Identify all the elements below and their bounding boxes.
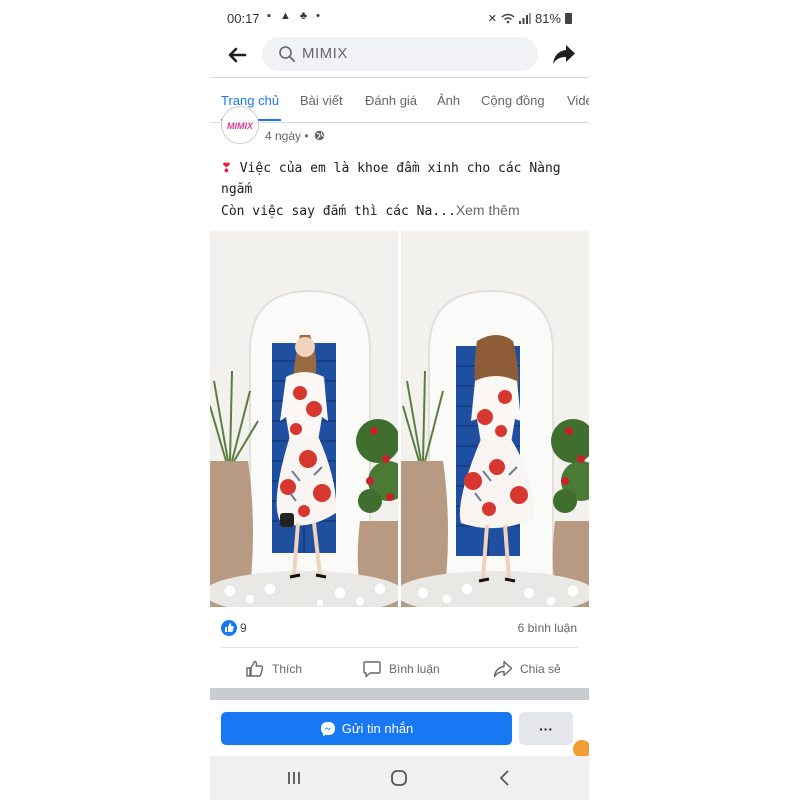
tab-photos[interactable]: Ảnh [437, 93, 460, 108]
post-line-2: Còn việc say đắm thì các Na...Xem thêm [221, 200, 576, 222]
search-input[interactable]: MIMIX [262, 37, 538, 71]
post-line-1: ❣ Việc của em là khoe đầm xinh cho các N… [221, 158, 576, 200]
avatar-logo-text: MIMIX [227, 121, 253, 131]
like-reaction-icon[interactable] [221, 620, 237, 636]
top-bar: MIMIX [210, 36, 589, 76]
photo-back[interactable] [401, 231, 589, 607]
share-button-label: Chia sẻ [520, 662, 561, 676]
status-time: 00:17 [227, 11, 260, 26]
system-nav-bar [210, 756, 589, 800]
share-button[interactable]: Chia sẻ [493, 656, 561, 682]
thumbs-up-icon [246, 660, 264, 677]
bottom-action-panel: Gửi tin nhắn ··· [210, 700, 589, 758]
battery-level: 81% [534, 11, 561, 26]
back-arrow-icon[interactable] [226, 44, 248, 66]
comment-count[interactable]: 6 bình luận [518, 621, 577, 635]
send-message-button[interactable]: Gửi tin nhắn [221, 712, 512, 745]
share-icon [493, 660, 513, 678]
post-line-1-text: Việc của em là khoe đầm xinh cho các Nàn… [221, 161, 561, 197]
notification-icons: ▪ ▲ ♣ • [267, 10, 324, 22]
post-text: ❣ Việc của em là khoe đầm xinh cho các N… [221, 158, 576, 222]
post-time[interactable]: 4 ngày [265, 129, 301, 143]
post-photos [210, 231, 589, 607]
signal-icon [518, 13, 531, 24]
comment-button[interactable]: Bình luận [362, 656, 440, 682]
search-text: MIMIX [302, 45, 348, 62]
reactions-divider [221, 647, 578, 648]
tab-home[interactable]: Trang chủ [221, 93, 279, 108]
post-meta: 4 ngày • [265, 129, 325, 143]
battery-icon [565, 13, 572, 24]
page-avatar[interactable]: MIMIX [221, 106, 259, 144]
share-arrow-icon[interactable] [552, 42, 576, 66]
recent-apps-icon[interactable] [284, 768, 304, 788]
post-line-2-text: Còn việc say đắm thì các Na... [221, 204, 456, 219]
comment-bubble-icon [363, 661, 381, 678]
status-right: ✕ 81% [488, 11, 572, 26]
tabs-divider [210, 122, 589, 123]
comment-button-label: Bình luận [389, 662, 440, 676]
globe-icon [314, 130, 325, 141]
send-message-label: Gửi tin nhắn [341, 721, 414, 736]
see-more-link[interactable]: Xem thêm [456, 202, 520, 218]
feed-separator [210, 688, 589, 700]
more-options-label: ··· [539, 720, 553, 737]
tab-video[interactable]: Video [567, 93, 589, 108]
search-icon [279, 46, 295, 62]
page-tabs: Trang chủ Bài viết Đánh giá Ảnh Cộng đồn… [210, 78, 589, 122]
mute-icon: ✕ [487, 13, 497, 25]
home-icon[interactable] [389, 768, 409, 788]
meta-separator: • [304, 129, 309, 143]
back-nav-icon[interactable] [495, 768, 515, 788]
post-actions: Thích Bình luận Chia sẻ [210, 654, 589, 684]
heart-icon: ❣ [221, 161, 232, 176]
tab-reviews[interactable]: Đánh giá [365, 93, 417, 108]
like-button-label: Thích [272, 662, 303, 676]
reactions-bar: 9 6 bình luận [210, 615, 589, 641]
status-bar: 00:17 ▪ ▲ ♣ • ✕ 81% [210, 0, 589, 36]
tab-community[interactable]: Cộng đồng [481, 93, 545, 108]
like-count[interactable]: 9 [240, 621, 247, 635]
more-options-button[interactable]: ··· [519, 712, 573, 745]
messenger-icon [320, 721, 335, 736]
wifi-icon [501, 13, 515, 24]
phone-screen: 00:17 ▪ ▲ ♣ • ✕ 81% MIMIX Trang chủ Bài … [210, 0, 589, 800]
tab-posts[interactable]: Bài viết [300, 93, 343, 108]
like-button[interactable]: Thích [245, 656, 302, 682]
photo-front[interactable] [210, 231, 398, 607]
